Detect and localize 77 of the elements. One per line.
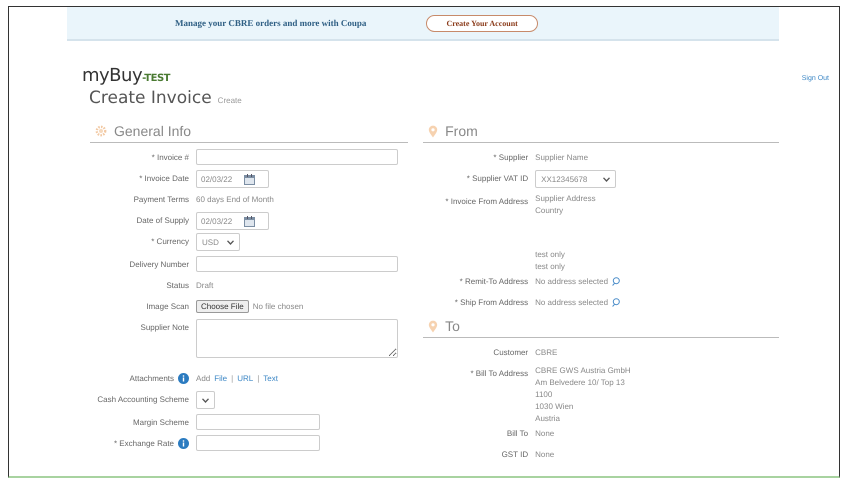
banner-message: Manage your CBRE orders and more with Coupa — [175, 18, 366, 28]
field-label: Attachments — [130, 374, 174, 382]
note-field[interactable] — [196, 319, 398, 358]
address-line: CBRE GWS Austria GmbH — [535, 365, 631, 377]
location-pin-icon — [428, 124, 438, 138]
field-label: Cash Accounting Scheme — [97, 394, 189, 404]
field-label: Supplier Note — [140, 322, 189, 332]
field-label: * Ship From Address — [454, 298, 528, 306]
attach-link[interactable]: URL — [237, 374, 254, 382]
address-value: No address selected — [535, 298, 608, 306]
page-title: Create Invoice — [89, 88, 212, 108]
field-value: Supplier Name — [535, 152, 588, 162]
address-value: No address selected — [535, 276, 608, 286]
calendar-icon[interactable] — [244, 216, 256, 226]
select-dropdown[interactable]: USD — [196, 233, 240, 251]
address-line: Austria — [535, 413, 562, 425]
field-label: * Remit-To Address — [460, 276, 528, 286]
field-value: None — [535, 450, 554, 458]
field-label: Delivery Number — [129, 260, 189, 268]
field-label: * Exchange Rate — [114, 438, 174, 448]
search-icon[interactable] — [612, 276, 620, 286]
field-label: * Invoice # — [152, 152, 189, 162]
input-field[interactable] — [196, 435, 320, 451]
attach-link[interactable]: Text — [263, 374, 278, 382]
select-dropdown[interactable]: XX12345678 — [535, 170, 616, 188]
address-line: 1100 — [535, 389, 554, 401]
section-title: General Info — [114, 123, 192, 139]
field-label: GST ID — [502, 450, 528, 458]
field-label: Payment Terms — [134, 194, 189, 204]
add-label: Add — [196, 374, 210, 382]
file-status: No file chosen — [252, 302, 304, 310]
input-field[interactable] — [196, 256, 398, 272]
field-label: * Invoice Date — [139, 174, 189, 182]
page-subtitle: Create — [218, 96, 242, 105]
field-value: None — [535, 428, 554, 438]
search-icon[interactable] — [612, 298, 620, 306]
field-value: 60 days End of Month — [196, 194, 274, 204]
date-field[interactable]: 02/03/22 — [196, 170, 269, 188]
address-line: Country — [535, 205, 564, 217]
field-value: CBRE — [535, 348, 558, 356]
address-line: Supplier Address — [535, 193, 596, 205]
app-logo: myBuy-TEST — [82, 65, 170, 86]
choose-file-button[interactable]: Choose File — [196, 300, 249, 312]
separator-text: | — [231, 374, 234, 382]
field-value: Draft — [196, 280, 214, 290]
address-line: test only — [535, 261, 565, 273]
input-field[interactable] — [196, 414, 320, 430]
gear-icon — [95, 125, 107, 137]
create-account-button[interactable]: Create Your Account — [426, 14, 538, 32]
field-label: * Supplier — [493, 152, 528, 162]
field-label: Date of Supply — [136, 216, 189, 224]
date-field[interactable]: 02/03/22 — [196, 212, 269, 230]
section-title: To — [445, 318, 460, 334]
address-line: test only — [535, 249, 565, 261]
location-pin-icon — [428, 320, 438, 332]
calendar-icon[interactable] — [244, 174, 256, 184]
info-icon[interactable] — [178, 438, 189, 448]
field-label: Status — [166, 280, 189, 290]
caret-icon — [226, 240, 234, 244]
section-title: From — [445, 123, 478, 139]
field-label: Image Scan — [146, 302, 189, 310]
field-label: * Supplier VAT ID — [466, 174, 528, 182]
address-line: 1030 Wien — [535, 401, 574, 413]
field-label: Margin Scheme — [132, 418, 189, 426]
caret-icon — [603, 176, 610, 182]
field-label: Customer — [493, 348, 528, 356]
field-label: * Bill To Address — [470, 368, 528, 378]
field-label: * Currency — [151, 236, 189, 246]
caret-icon — [202, 398, 209, 402]
info-icon[interactable] — [178, 372, 189, 384]
select-dropdown[interactable] — [196, 391, 215, 409]
field-label: Bill To — [506, 428, 528, 438]
address-line: Am Belvedere 10/ Top 13 — [535, 377, 626, 389]
field-label: * Invoice From Address — [445, 196, 528, 206]
attach-link[interactable]: File — [214, 374, 228, 382]
separator-text: | — [257, 374, 260, 382]
input-field[interactable] — [196, 149, 398, 165]
